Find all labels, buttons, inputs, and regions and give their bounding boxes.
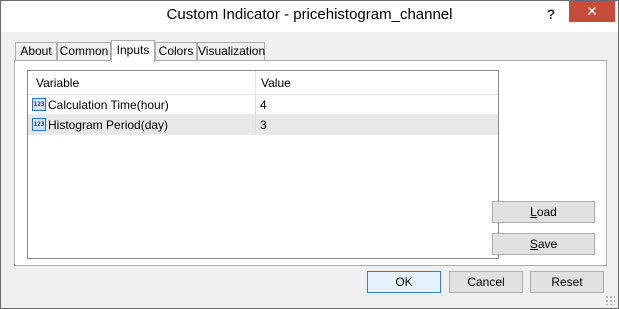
variable-name: Histogram Period(day) (48, 118, 169, 132)
ok-button[interactable]: OK (367, 271, 441, 293)
resize-grip[interactable] (605, 295, 615, 305)
table-row[interactable]: 123 Histogram Period(day) 3 (28, 115, 498, 135)
save-accelerator: S (529, 237, 538, 251)
inputs-grid: Variable Value 123 Calculation Time(hour… (27, 70, 499, 259)
variable-name: Calculation Time(hour) (48, 98, 169, 112)
tab-inputs[interactable]: Inputs (111, 40, 155, 62)
inputs-panel: Variable Value 123 Calculation Time(hour… (14, 60, 607, 266)
load-label: oad (536, 205, 557, 219)
column-divider[interactable] (255, 71, 256, 94)
load-accelerator: L (530, 205, 537, 219)
window-title: Custom Indicator - pricehistogram_channe… (166, 6, 453, 23)
cell-divider (255, 95, 256, 115)
close-icon: ✕ (586, 3, 598, 19)
reset-button[interactable]: Reset (530, 271, 604, 293)
cancel-button[interactable]: Cancel (449, 271, 523, 293)
load-button[interactable]: Load (492, 201, 595, 223)
save-button[interactable]: Save (492, 233, 595, 255)
tab-common[interactable]: Common (57, 42, 111, 60)
tab-about[interactable]: About (15, 42, 57, 60)
title-bar: Custom Indicator - pricehistogram_channe… (1, 1, 618, 32)
column-header-value[interactable]: Value (261, 76, 291, 90)
column-header-variable[interactable]: Variable (36, 76, 79, 90)
integer-type-icon: 123 (32, 98, 46, 111)
cell-divider (255, 115, 256, 135)
tab-visualization[interactable]: Visualization (197, 42, 265, 60)
variable-value[interactable]: 4 (260, 98, 267, 112)
tab-colors[interactable]: Colors (155, 42, 197, 60)
grid-header: Variable Value (28, 71, 498, 95)
save-label: ave (537, 237, 558, 251)
variable-value[interactable]: 3 (260, 118, 267, 132)
table-row[interactable]: 123 Calculation Time(hour) 4 (28, 95, 498, 115)
help-button[interactable]: ? (538, 4, 564, 24)
close-button[interactable]: ✕ (569, 1, 615, 22)
integer-type-icon: 123 (32, 118, 46, 131)
custom-indicator-dialog: Custom Indicator - pricehistogram_channe… (0, 0, 619, 309)
